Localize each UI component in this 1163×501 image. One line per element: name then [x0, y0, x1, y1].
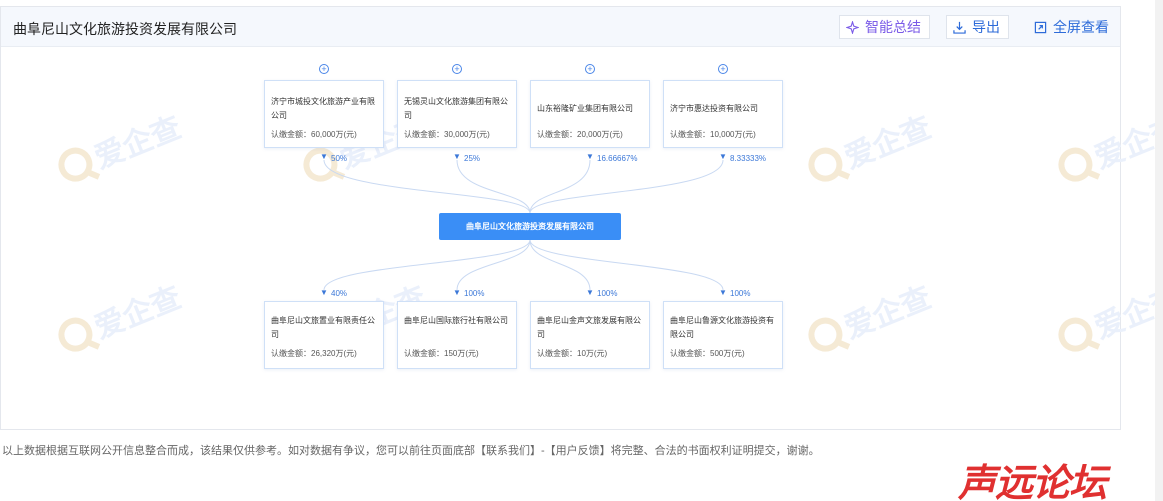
shareholder-node[interactable]: 山东裕隆矿业集团有限公司 认缴金额：20,000万(元) — [530, 80, 650, 148]
subscribed-amount: 认缴金额：10,000万(元) — [670, 130, 756, 139]
arrow-down-icon: ▼ — [453, 152, 461, 161]
arrow-down-icon: ▼ — [586, 152, 594, 161]
company-name: 曲阜尼山国际旅行社有限公司 — [404, 316, 508, 325]
disclaimer-text: 以上数据根据互联网公开信息整合而成，该结果仅供参考。如对数据有争议，您可以前往页… — [2, 445, 820, 457]
scrollbar[interactable] — [1155, 0, 1163, 501]
invest-percent: 100% — [597, 289, 618, 298]
investment-node[interactable]: 曲阜尼山金声文旅发展有限公司 认缴金额：10万(元) — [530, 301, 650, 369]
subscribed-amount: 认缴金额：150万(元) — [404, 349, 479, 358]
subscribed-amount: 认缴金额：10万(元) — [537, 349, 608, 358]
company-name: 曲阜尼山鲁源文化旅游投资有限公司 — [670, 316, 774, 339]
arrow-down-icon: ▼ — [719, 288, 727, 297]
forum-logo: 声远论坛 — [958, 461, 1107, 501]
arrow-down-icon: ▼ — [586, 288, 594, 297]
subscribed-amount: 认缴金额：26,320万(元) — [271, 349, 357, 358]
investment-node[interactable]: 曲阜尼山文旅置业有限责任公司 认缴金额：26,320万(元) — [264, 301, 384, 369]
share-percent: 8.33333% — [730, 154, 767, 163]
arrow-down-icon: ▼ — [719, 152, 727, 161]
shareholder-node[interactable]: 济宁市城投文化旅游产业有限公司 认缴金额：60,000万(元) — [264, 80, 384, 148]
invest-percent: 100% — [464, 289, 485, 298]
arrow-down-icon: ▼ — [320, 152, 328, 161]
arrow-down-icon: ▼ — [320, 288, 328, 297]
invest-percent: 100% — [730, 289, 751, 298]
expand-plus-icon[interactable]: + — [452, 64, 462, 74]
share-percent: 50% — [331, 154, 348, 163]
company-name: 济宁市城投文化旅游产业有限公司 — [271, 97, 375, 120]
shareholder-node[interactable]: 无锡灵山文化旅游集团有限公司 认缴金额：30,000万(元) — [397, 80, 517, 148]
share-percent: 25% — [464, 154, 481, 163]
expand-plus-icon[interactable]: + — [585, 64, 595, 74]
company-name: 曲阜尼山文旅置业有限责任公司 — [271, 316, 375, 339]
company-name: 无锡灵山文化旅游集团有限公司 — [404, 97, 508, 120]
shareholder-node[interactable]: 济宁市惠达投资有限公司 认缴金额：10,000万(元) — [663, 80, 783, 148]
subscribed-amount: 认缴金额：60,000万(元) — [271, 130, 357, 139]
expand-plus-icon[interactable]: + — [718, 64, 728, 74]
center-company-node[interactable]: 曲阜尼山文化旅游投资发展有限公司 — [439, 213, 621, 240]
arrow-down-icon: ▼ — [453, 288, 461, 297]
company-name: 山东裕隆矿业集团有限公司 — [537, 104, 633, 113]
connector-lines — [323, 159, 724, 291]
expand-plus-icon[interactable]: + — [319, 64, 329, 74]
company-name: 济宁市惠达投资有限公司 — [670, 104, 758, 113]
company-name: 曲阜尼山金声文旅发展有限公司 — [537, 316, 641, 339]
invest-percent: 40% — [331, 289, 348, 298]
subscribed-amount: 认缴金额：30,000万(元) — [404, 130, 490, 139]
investment-node[interactable]: 曲阜尼山国际旅行社有限公司 认缴金额：150万(元) — [397, 301, 517, 369]
investment-node[interactable]: 曲阜尼山鲁源文化旅游投资有限公司 认缴金额：500万(元) — [663, 301, 783, 369]
subscribed-amount: 认缴金额：500万(元) — [670, 349, 745, 358]
subscribed-amount: 认缴金额：20,000万(元) — [537, 130, 623, 139]
share-percent: 16.66667% — [597, 154, 638, 163]
